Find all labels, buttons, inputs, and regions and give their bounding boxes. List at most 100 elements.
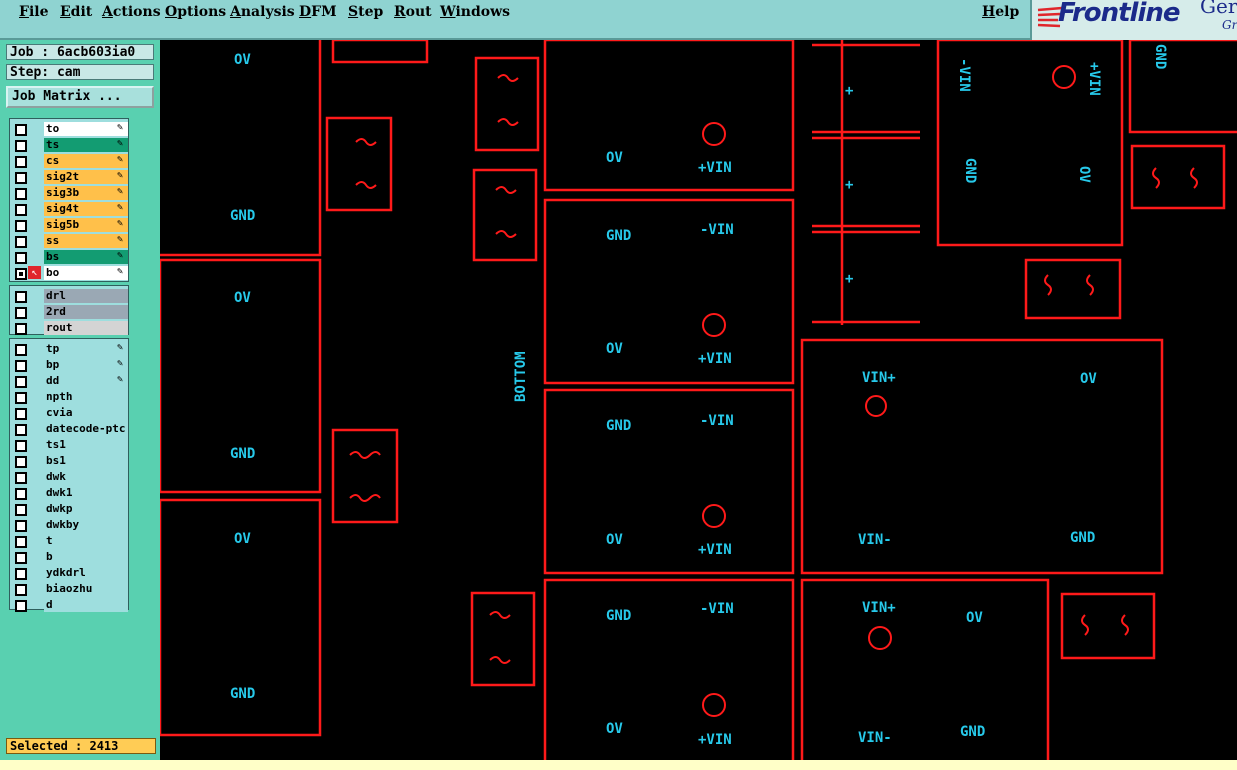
layer-name[interactable]: b bbox=[44, 550, 128, 564]
menu-actions[interactable]: Actions bbox=[102, 4, 161, 20]
layer-name[interactable]: cvia bbox=[44, 406, 128, 420]
layer-name[interactable]: drl bbox=[44, 289, 128, 303]
layer-checkbox[interactable] bbox=[15, 520, 27, 532]
layer-name[interactable]: npth bbox=[44, 390, 128, 404]
layer-row-d[interactable]: d bbox=[12, 598, 128, 613]
layer-checkbox[interactable] bbox=[15, 360, 27, 372]
layer-row-tp[interactable]: tp ✎ bbox=[12, 342, 128, 357]
layer-row-dwk1[interactable]: dwk1 bbox=[12, 486, 128, 501]
layer-checkbox[interactable] bbox=[15, 456, 27, 468]
menu-help[interactable]: Help bbox=[982, 4, 1019, 20]
menu-windows[interactable]: Windows bbox=[440, 4, 510, 20]
layer-row-sig2t[interactable]: sig2t ✎ bbox=[12, 170, 128, 185]
layer-checkbox[interactable] bbox=[15, 504, 27, 516]
layer-name[interactable]: 2rd bbox=[44, 305, 128, 319]
layer-row-dwk[interactable]: dwk bbox=[12, 470, 128, 485]
layer-name[interactable]: bs1 bbox=[44, 454, 128, 468]
layer-checkbox[interactable] bbox=[15, 568, 27, 580]
layer-checkbox[interactable] bbox=[15, 376, 27, 388]
layer-row-ydkdrl[interactable]: ydkdrl bbox=[12, 566, 128, 581]
layer-name[interactable]: sig3b bbox=[44, 186, 128, 200]
layer-name[interactable]: dd bbox=[44, 374, 128, 388]
layer-row-dd[interactable]: dd ✎ bbox=[12, 374, 128, 389]
layer-name[interactable]: bp bbox=[44, 358, 128, 372]
layer-checkbox[interactable] bbox=[15, 291, 27, 303]
layer-name[interactable]: ydkdrl bbox=[44, 566, 128, 580]
menu-options[interactable]: Options bbox=[165, 4, 226, 20]
layer-name[interactable]: dwkp bbox=[44, 502, 128, 516]
layer-checkbox[interactable] bbox=[15, 408, 27, 420]
layer-row-b[interactable]: b bbox=[12, 550, 128, 565]
layer-checkbox[interactable] bbox=[15, 600, 27, 612]
layer-name[interactable]: biaozhu bbox=[44, 582, 128, 596]
arrow-pointer-icon[interactable]: ↖ bbox=[28, 266, 41, 279]
layer-row-cvia[interactable]: cvia bbox=[12, 406, 128, 421]
job-matrix-button[interactable]: Job Matrix ... bbox=[6, 86, 154, 108]
layer-checkbox[interactable] bbox=[15, 344, 27, 356]
layer-row-rout[interactable]: rout bbox=[12, 321, 128, 336]
layer-checkbox[interactable] bbox=[15, 323, 27, 335]
layer-row-sig3b[interactable]: sig3b ✎ bbox=[12, 186, 128, 201]
layer-checkbox[interactable] bbox=[15, 140, 27, 152]
layer-checkbox[interactable] bbox=[15, 172, 27, 184]
layer-checkbox[interactable] bbox=[15, 472, 27, 484]
layer-row-dwkby[interactable]: dwkby bbox=[12, 518, 128, 533]
layer-name[interactable]: bo bbox=[44, 266, 128, 280]
layer-checkbox[interactable] bbox=[15, 236, 27, 248]
layer-name[interactable]: d bbox=[44, 598, 128, 612]
layer-name[interactable]: dwk1 bbox=[44, 486, 128, 500]
layer-name[interactable]: cs bbox=[44, 154, 128, 168]
layer-name[interactable]: bs bbox=[44, 250, 128, 264]
layer-row-bs[interactable]: bs ✎ bbox=[12, 250, 128, 265]
menu-edit[interactable]: Edit bbox=[60, 4, 92, 20]
layer-checkbox[interactable] bbox=[15, 204, 27, 216]
layer-checkbox[interactable] bbox=[15, 252, 27, 264]
layer-checkbox[interactable] bbox=[15, 268, 27, 280]
layer-checkbox[interactable] bbox=[15, 188, 27, 200]
layer-checkbox[interactable] bbox=[15, 392, 27, 404]
layer-row-ts1[interactable]: ts1 bbox=[12, 438, 128, 453]
layer-row-dwkp[interactable]: dwkp bbox=[12, 502, 128, 517]
layer-row-bp[interactable]: bp ✎ bbox=[12, 358, 128, 373]
menu-analysis[interactable]: Analysis bbox=[230, 4, 295, 20]
layer-name[interactable]: dwkby bbox=[44, 518, 128, 532]
layer-checkbox[interactable] bbox=[15, 156, 27, 168]
layer-checkbox[interactable] bbox=[15, 424, 27, 436]
layer-name[interactable]: rout bbox=[44, 321, 128, 335]
layer-name[interactable]: sig2t bbox=[44, 170, 128, 184]
menu-dfm[interactable]: DFM bbox=[299, 4, 337, 20]
layer-row-to[interactable]: to ✎ bbox=[12, 122, 128, 137]
pcb-view[interactable]: OV GND OV GND OV GND OV +VIN GND -VIN OV… bbox=[160, 40, 1237, 760]
layer-name[interactable]: sig4t bbox=[44, 202, 128, 216]
layer-row-datecode-ptc[interactable]: datecode-ptc bbox=[12, 422, 128, 437]
layer-checkbox[interactable] bbox=[15, 584, 27, 596]
layer-checkbox[interactable] bbox=[15, 307, 27, 319]
layer-row-cs[interactable]: cs ✎ bbox=[12, 154, 128, 169]
graphics-canvas[interactable]: OV GND OV GND OV GND OV +VIN GND -VIN OV… bbox=[160, 40, 1237, 760]
layer-name[interactable]: datecode-ptc bbox=[44, 422, 128, 436]
layer-checkbox[interactable] bbox=[15, 536, 27, 548]
layer-name[interactable]: t bbox=[44, 534, 128, 548]
menu-step[interactable]: Step bbox=[348, 4, 383, 20]
layer-row-biaozhu[interactable]: biaozhu bbox=[12, 582, 128, 597]
layer-row-drl[interactable]: drl bbox=[12, 289, 128, 304]
layer-row-npth[interactable]: npth bbox=[12, 390, 128, 405]
layer-name[interactable]: ts1 bbox=[44, 438, 128, 452]
layer-name[interactable]: ts bbox=[44, 138, 128, 152]
layer-row-bo[interactable]: ↖ bo ✎ bbox=[12, 266, 128, 281]
layer-row-t[interactable]: t bbox=[12, 534, 128, 549]
menu-rout[interactable]: Rout bbox=[394, 4, 432, 20]
layer-checkbox[interactable] bbox=[15, 124, 27, 136]
layer-row-bs1[interactable]: bs1 bbox=[12, 454, 128, 469]
layer-name[interactable]: sig5b bbox=[44, 218, 128, 232]
layer-row-2rd[interactable]: 2rd bbox=[12, 305, 128, 320]
layer-checkbox[interactable] bbox=[15, 220, 27, 232]
layer-checkbox[interactable] bbox=[15, 488, 27, 500]
layer-name[interactable]: to bbox=[44, 122, 128, 136]
layer-checkbox[interactable] bbox=[15, 440, 27, 452]
layer-name[interactable]: tp bbox=[44, 342, 128, 356]
layer-row-sig5b[interactable]: sig5b ✎ bbox=[12, 218, 128, 233]
layer-name[interactable]: dwk bbox=[44, 470, 128, 484]
layer-name[interactable]: ss bbox=[44, 234, 128, 248]
menu-file[interactable]: File bbox=[19, 4, 49, 20]
